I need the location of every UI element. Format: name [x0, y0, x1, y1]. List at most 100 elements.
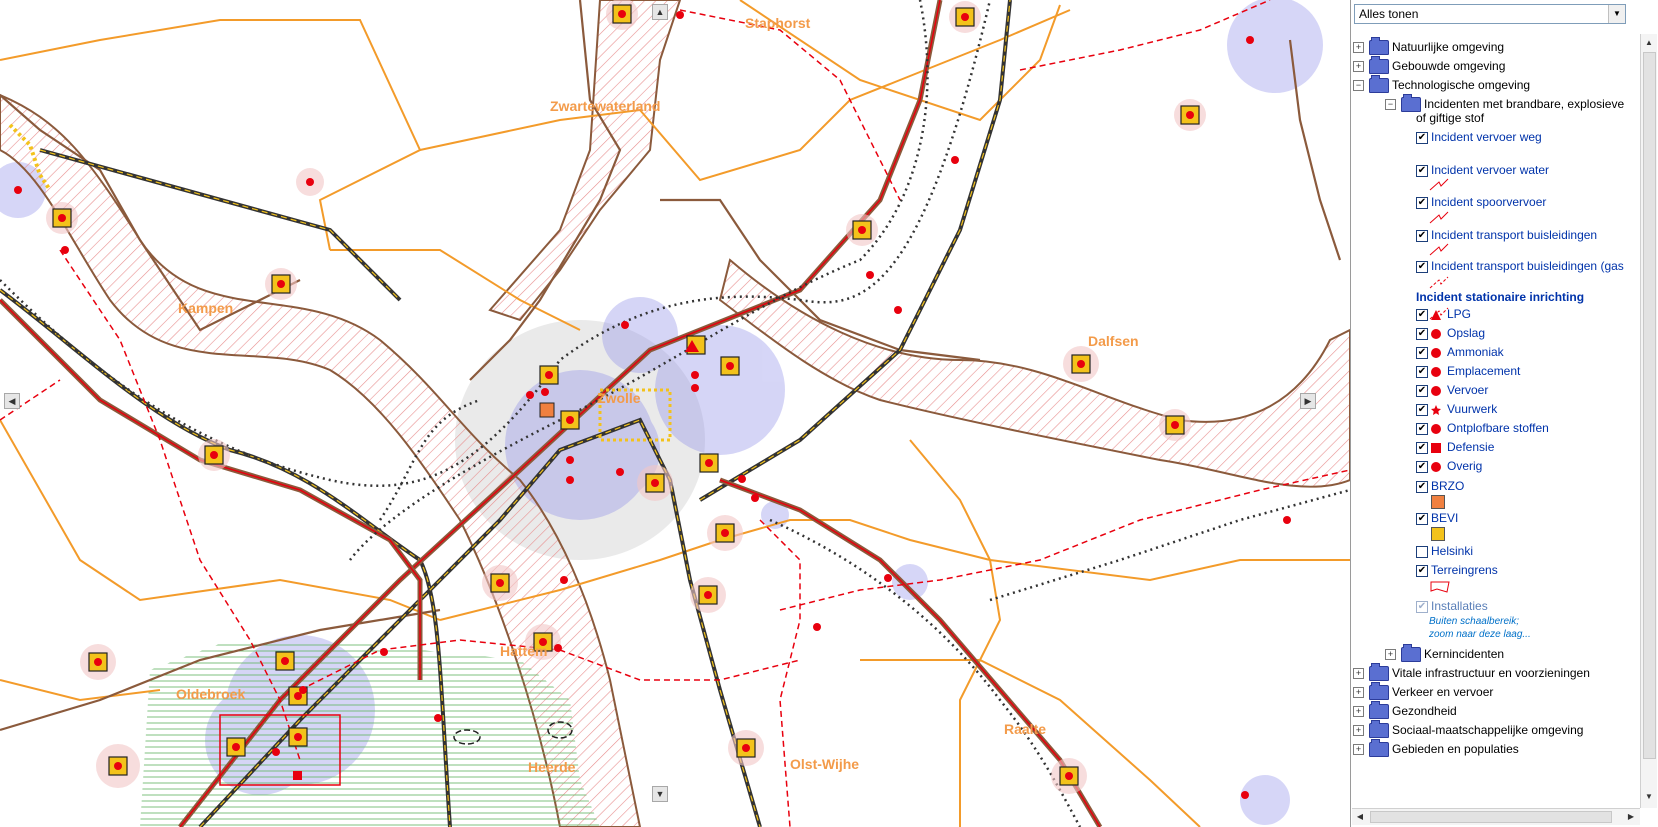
pan-right-button[interactable]: ▶: [1300, 393, 1316, 409]
folder-icon: [1369, 56, 1389, 75]
layer-filter-select[interactable]: Alles tonen ▼: [1354, 4, 1626, 24]
label-dalfsen: Dalfsen: [1088, 333, 1139, 349]
map-canvas: Staphorst Zwartewaterland Kampen Zwolle …: [0, 0, 1350, 827]
collapse-icon[interactable]: −: [1353, 80, 1364, 92]
layer-vuurwerk[interactable]: ✔ Vuurwerk: [1416, 400, 1497, 418]
layer-panel: Alles tonen ▼ + Natuurlijke omgeving + Geb…: [1351, 0, 1658, 827]
checkbox-checked[interactable]: ✔: [1416, 308, 1428, 321]
collapse-icon[interactable]: −: [1385, 99, 1396, 111]
legend-line-icon: [1429, 178, 1449, 191]
label-staphorst: Staphorst: [745, 15, 811, 31]
layer-helsinki[interactable]: Helsinki: [1416, 542, 1473, 560]
tree-item-incidenten-cont: of giftige stof: [1416, 111, 1485, 125]
tree-item-gebouwde[interactable]: + Gebouwde omgeving: [1353, 56, 1505, 75]
checkbox-checked[interactable]: ✔: [1416, 260, 1428, 273]
expand-icon[interactable]: +: [1353, 42, 1364, 54]
checkbox-checked[interactable]: ✔: [1416, 564, 1428, 577]
brzo-legend-icon: [1431, 495, 1445, 509]
scroll-right-icon[interactable]: ▶: [1624, 810, 1638, 824]
checkbox-checked[interactable]: ✔: [1416, 131, 1428, 144]
triangle-icon: [1431, 309, 1441, 320]
chevron-down-icon[interactable]: ▼: [1608, 5, 1625, 23]
checkbox-checked[interactable]: ✔: [1416, 460, 1428, 473]
checkbox-checked[interactable]: ✔: [1416, 384, 1428, 397]
checkbox-checked[interactable]: ✔: [1416, 346, 1428, 359]
checkbox-checked[interactable]: ✔: [1416, 327, 1428, 340]
expand-icon[interactable]: +: [1385, 649, 1396, 661]
layer-opslag[interactable]: ✔ Opslag: [1416, 324, 1485, 342]
tree-item-sociaal[interactable]: + Sociaal-maatschappelijke omgeving: [1353, 720, 1583, 739]
expand-icon[interactable]: +: [1353, 668, 1364, 680]
expand-icon[interactable]: +: [1353, 706, 1364, 718]
pan-up-button[interactable]: ▲: [652, 4, 668, 20]
legend-line-icon: [1429, 243, 1449, 256]
dot-icon: [1431, 423, 1441, 434]
layer-overig[interactable]: ✔ Overig: [1416, 457, 1482, 475]
scroll-up-icon[interactable]: ▲: [1642, 36, 1656, 50]
layer-ontplofbare[interactable]: ✔ Ontplofbare stoffen: [1416, 419, 1549, 437]
group-stationaire: Incident stationaire inrichting: [1416, 290, 1585, 304]
terreingrens-legend-icon: [1430, 581, 1450, 593]
tree-item-gebieden[interactable]: + Gebieden en populaties: [1353, 739, 1519, 758]
expand-icon[interactable]: +: [1353, 744, 1364, 756]
bevi-legend-icon: [1431, 527, 1445, 541]
pan-left-button[interactable]: ◀: [4, 393, 20, 409]
scroll-down-icon[interactable]: ▼: [1642, 790, 1656, 804]
checkbox-unchecked[interactable]: [1416, 545, 1428, 558]
tree-item-vitale[interactable]: + Vitale infrastructuur en voorzieningen: [1353, 663, 1590, 682]
layer-terreingrens[interactable]: ✔ Terreingrens: [1416, 561, 1498, 579]
tree-horizontal-scrollbar[interactable]: ◀ ▶: [1352, 808, 1640, 825]
folder-icon: [1369, 682, 1389, 701]
checkbox-checked[interactable]: ✔: [1416, 403, 1428, 416]
checkbox-checked[interactable]: ✔: [1416, 422, 1428, 435]
checkbox-checked[interactable]: ✔: [1416, 441, 1428, 454]
layer-spoorvervoer[interactable]: ✔ Incident spoorvervoer: [1416, 193, 1546, 211]
dot-icon: [1431, 328, 1441, 339]
scale-note-line2[interactable]: zoom naar deze laag...: [1429, 628, 1531, 641]
checkbox-checked[interactable]: ✔: [1416, 229, 1428, 242]
layer-buisleidingen[interactable]: ✔ Incident transport buisleidingen: [1416, 226, 1597, 244]
label-hattem: Hattem: [500, 643, 547, 659]
scroll-left-icon[interactable]: ◀: [1353, 810, 1367, 824]
checkbox-checked[interactable]: ✔: [1416, 164, 1428, 177]
scroll-thumb-horizontal[interactable]: [1370, 811, 1612, 823]
expand-icon[interactable]: +: [1353, 61, 1364, 73]
layer-vervoer-water[interactable]: ✔ Incident vervoer water: [1416, 161, 1549, 179]
checkbox-disabled[interactable]: ✔: [1416, 600, 1428, 613]
label-zwolle: Zwolle: [597, 390, 641, 406]
layer-vervoer[interactable]: ✔ Vervoer: [1416, 381, 1488, 399]
pan-down-button[interactable]: ▼: [652, 786, 668, 802]
layer-defensie[interactable]: ✔ Defensie: [1416, 438, 1494, 456]
layer-emplacement[interactable]: ✔ Emplacement: [1416, 362, 1520, 380]
scroll-thumb[interactable]: [1643, 52, 1656, 759]
folder-open-icon: [1369, 75, 1389, 94]
tree-item-technologische[interactable]: − Technologische omgeving: [1353, 75, 1530, 94]
layer-tree: + Natuurlijke omgeving + Gebouwde omgeving…: [1351, 34, 1641, 807]
checkbox-checked[interactable]: ✔: [1416, 512, 1428, 525]
layer-installaties[interactable]: ✔ Installaties: [1416, 597, 1488, 615]
expand-icon[interactable]: +: [1353, 725, 1364, 737]
checkbox-checked[interactable]: ✔: [1416, 365, 1428, 378]
tree-item-verkeer[interactable]: + Verkeer en vervoer: [1353, 682, 1493, 701]
checkbox-checked[interactable]: ✔: [1416, 196, 1428, 209]
layer-filter-value: Alles tonen: [1359, 7, 1419, 21]
label-heerde: Heerde: [528, 759, 576, 775]
layer-vervoer-weg[interactable]: ✔ Incident vervoer weg: [1416, 128, 1542, 146]
tree-item-kernincidenten[interactable]: + Kernincidenten: [1385, 644, 1504, 663]
dot-icon: [1431, 366, 1441, 377]
dot-icon: [1431, 347, 1441, 358]
tree-vertical-scrollbar[interactable]: ▲ ▼: [1640, 34, 1657, 808]
scale-note-line1: Buiten schaalbereik;: [1429, 616, 1520, 627]
tree-item-gezondheid[interactable]: + Gezondheid: [1353, 701, 1457, 720]
layer-ammoniak[interactable]: ✔ Ammoniak: [1416, 343, 1504, 361]
expand-icon[interactable]: +: [1353, 687, 1364, 699]
layer-lpg[interactable]: ✔ LPG: [1416, 305, 1471, 323]
layer-bevi[interactable]: ✔ BEVI: [1416, 509, 1458, 527]
folder-icon: [1401, 644, 1421, 663]
map-view[interactable]: Staphorst Zwartewaterland Kampen Zwolle …: [0, 0, 1351, 827]
checkbox-checked[interactable]: ✔: [1416, 480, 1428, 493]
layer-brzo[interactable]: ✔ BRZO: [1416, 477, 1464, 495]
dot-icon: [1431, 385, 1441, 396]
layer-buisleidingen-gas[interactable]: ✔ Incident transport buisleidingen (gas: [1416, 257, 1624, 275]
tree-item-natuurlijke[interactable]: + Natuurlijke omgeving: [1353, 37, 1504, 56]
